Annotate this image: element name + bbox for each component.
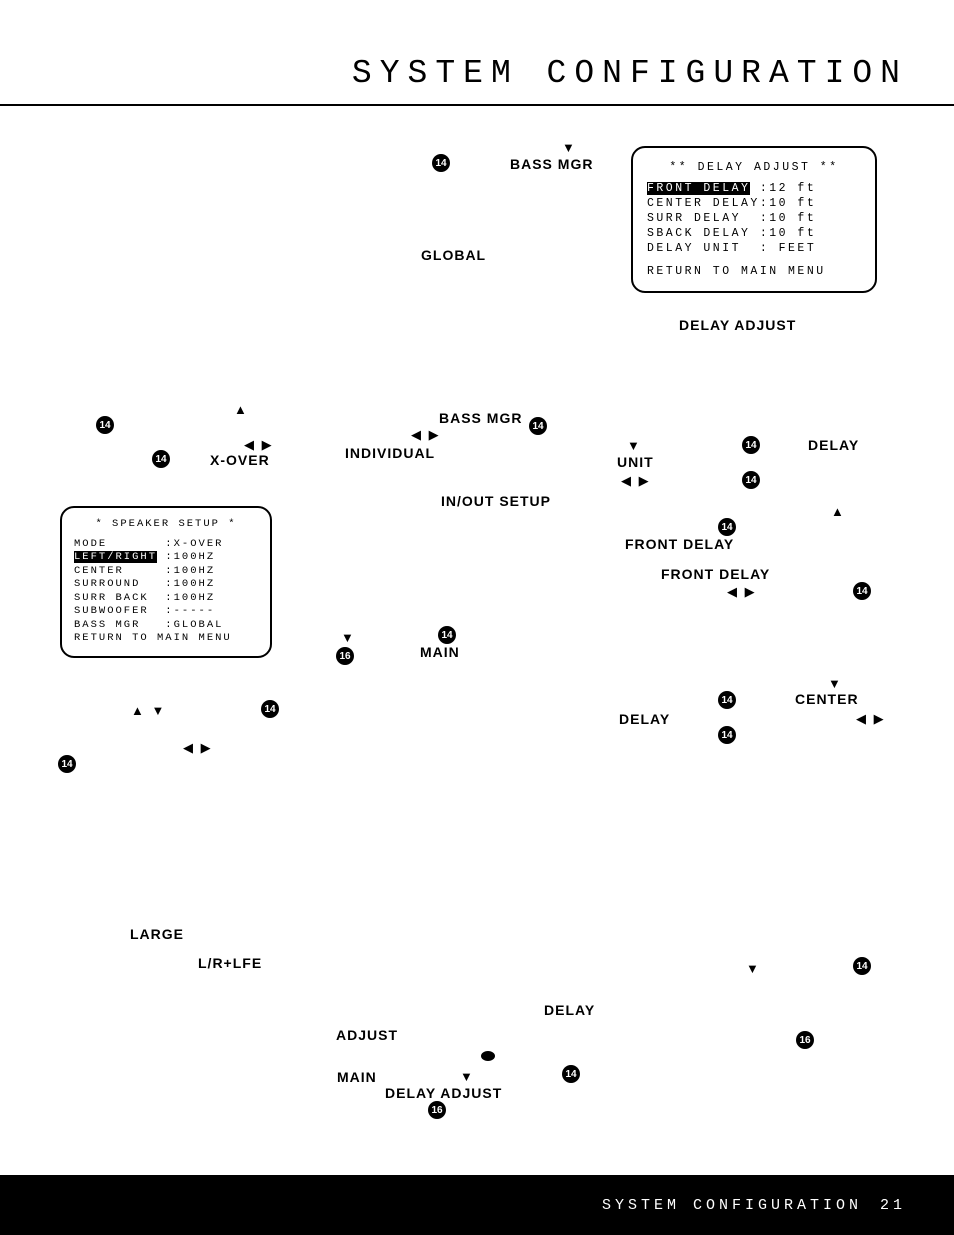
badge-14: 14 (853, 957, 871, 975)
page-number: 21 (880, 1197, 906, 1214)
label-main: MAIN (337, 1069, 377, 1085)
badge-14: 14 (152, 450, 170, 468)
label-center: CENTER (795, 691, 859, 707)
label-front-delay: FRONT DELAY (661, 566, 770, 582)
lcd-row: FRONT DELAY :12 ft (647, 181, 861, 196)
badge-14: 14 (853, 582, 871, 600)
chevron-up-icon: ▲ (831, 504, 846, 519)
badge-16: 16 (796, 1031, 814, 1049)
chevron-left-right-icon: ◀ ▶ (621, 473, 651, 489)
chevron-down-icon: ▼ (746, 961, 761, 976)
page-title: SYSTEM CONFIGURATION (0, 55, 908, 92)
label-bass-mgr: BASS MGR (510, 156, 593, 172)
chevron-left-right-icon: ◀ ▶ (411, 427, 441, 443)
lcd-row: LEFT/RIGHT :100HZ (74, 551, 258, 565)
chevron-down-icon: ▼ (460, 1069, 475, 1084)
label-in-out-setup: IN/OUT SETUP (441, 493, 551, 509)
lcd-row: BASS MGR :GLOBAL (74, 619, 258, 633)
chevron-down-icon: ▼ (341, 630, 356, 645)
label-large: LARGE (130, 926, 184, 942)
lcd-row: CENTER DELAY:10 ft (647, 196, 861, 211)
badge-16: 16 (336, 647, 354, 665)
badge-14: 14 (529, 417, 547, 435)
badge-14: 14 (58, 755, 76, 773)
chevron-up-down-icon: ▲ ▼ (131, 703, 166, 718)
badge-14: 14 (742, 436, 760, 454)
badge-14: 14 (432, 154, 450, 172)
label-lr-lfe: L/R+LFE (198, 955, 262, 971)
chevron-left-right-icon: ◀ ▶ (856, 711, 886, 727)
chevron-left-right-icon: ◀ ▶ (183, 740, 213, 756)
label-individual: INDIVIDUAL (345, 445, 435, 461)
badge-14: 14 (718, 691, 736, 709)
badge-14: 14 (718, 726, 736, 744)
label-delay-adjust: DELAY ADJUST (679, 317, 796, 333)
lcd-row: SURR DELAY :10 ft (647, 211, 861, 226)
label-delay: DELAY (619, 711, 670, 727)
dot-icon (481, 1051, 495, 1061)
lcd-row: SURROUND :100HZ (74, 578, 258, 592)
lcd-row: SBACK DELAY :10 ft (647, 226, 861, 241)
label-adjust: ADJUST (336, 1027, 398, 1043)
chevron-down-icon: ▼ (828, 676, 843, 691)
lcd-row: SURR BACK :100HZ (74, 592, 258, 606)
label-delay-adjust: DELAY ADJUST (385, 1085, 502, 1101)
badge-16: 16 (428, 1101, 446, 1119)
chevron-up-icon: ▲ (234, 402, 249, 417)
lcd-row: SUBWOOFER :----- (74, 605, 258, 619)
page-footer: SYSTEM CONFIGURATION 21 (0, 1175, 954, 1235)
badge-14: 14 (742, 471, 760, 489)
badge-14: 14 (438, 626, 456, 644)
badge-14: 14 (261, 700, 279, 718)
chevron-down-icon: ▼ (562, 140, 577, 155)
label-front-delay: FRONT DELAY (625, 536, 734, 552)
lcd-row: DELAY UNIT : FEET (647, 241, 861, 256)
label-main: MAIN (420, 644, 460, 660)
label-x-over: X-OVER (210, 452, 270, 468)
header-rule (0, 104, 954, 106)
lcd-row: MODE :X-OVER (74, 538, 258, 552)
chevron-down-icon: ▼ (627, 438, 642, 453)
label-unit: UNIT (617, 454, 654, 470)
badge-14: 14 (96, 416, 114, 434)
lcd-delay-adjust: ** DELAY ADJUST ** FRONT DELAY :12 ft CE… (631, 146, 877, 293)
label-delay: DELAY (544, 1002, 595, 1018)
badge-14: 14 (562, 1065, 580, 1083)
label-delay: DELAY (808, 437, 859, 453)
chevron-left-right-icon: ◀ ▶ (727, 584, 757, 600)
chevron-left-right-icon: ◀ ▶ (244, 437, 274, 453)
lcd-row: CENTER :100HZ (74, 565, 258, 579)
lcd-speaker-setup: * SPEAKER SETUP * MODE :X-OVER LEFT/RIGH… (60, 506, 272, 658)
lcd-title: ** DELAY ADJUST ** (647, 160, 861, 175)
lcd-return: RETURN TO MAIN MENU (647, 264, 861, 279)
badge-14: 14 (718, 518, 736, 536)
lcd-return: RETURN TO MAIN MENU (74, 632, 258, 646)
footer-title: SYSTEM CONFIGURATION (602, 1197, 862, 1214)
label-bass-mgr: BASS MGR (439, 410, 522, 426)
label-global: GLOBAL (421, 247, 486, 263)
lcd-title: * SPEAKER SETUP * (74, 518, 258, 532)
